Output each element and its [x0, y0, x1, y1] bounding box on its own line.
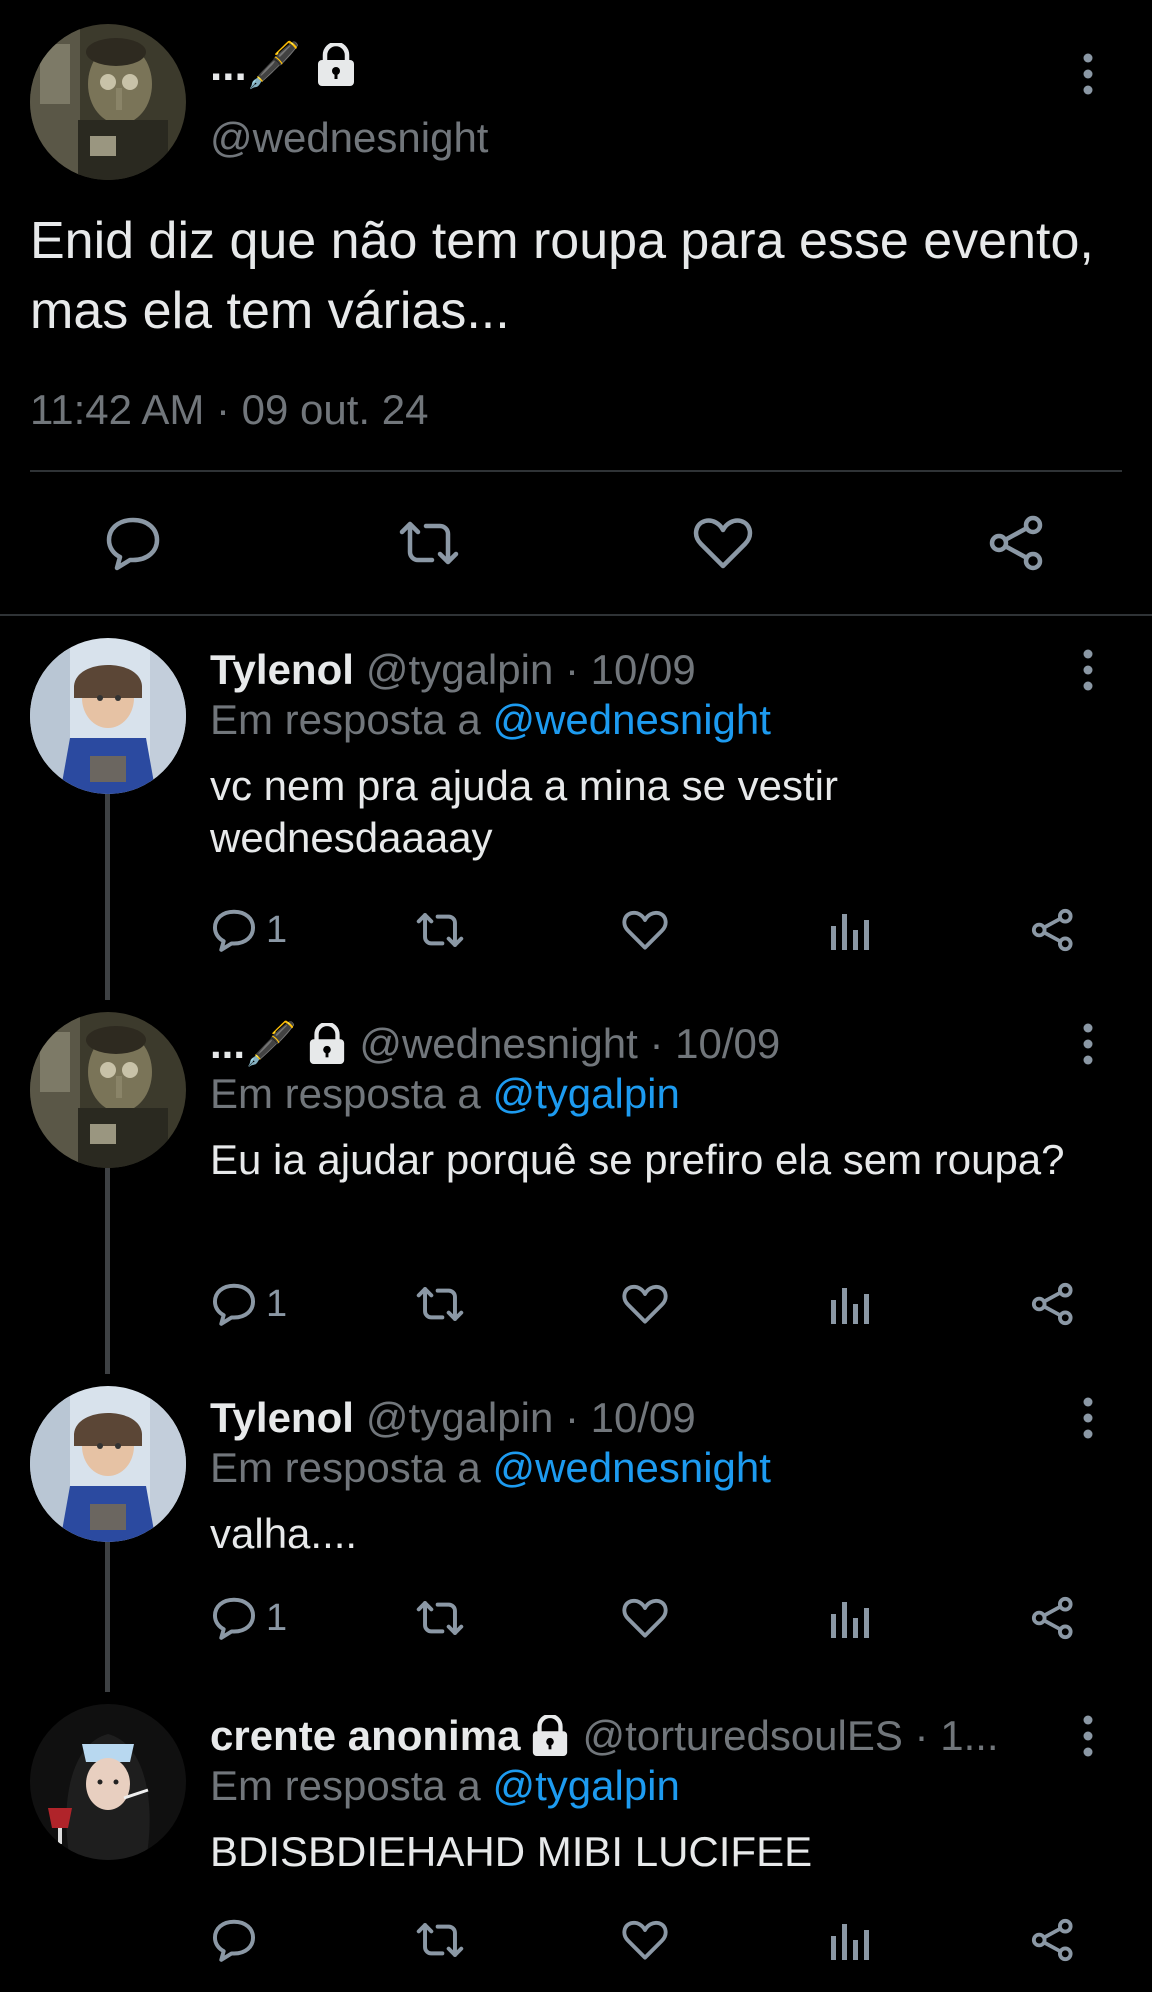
reply-button[interactable]	[210, 1910, 266, 1970]
display-name[interactable]: Tylenol	[210, 1394, 354, 1442]
share-icon[interactable]	[1030, 1588, 1076, 1648]
reply-count: 1	[266, 1596, 288, 1639]
share-icon[interactable]	[1030, 900, 1076, 960]
handle-date[interactable]: @wednesnight · 10/09	[359, 1020, 780, 1068]
in-reply-prefix: Em resposta a	[210, 1762, 481, 1809]
timestamp: 11:42 AM · 09 out. 24	[30, 386, 429, 433]
handle[interactable]: @wednesnight	[210, 114, 488, 162]
action-bar: 1	[0, 900, 1152, 960]
action-bar	[0, 1910, 1152, 1970]
share-icon[interactable]	[1030, 1910, 1076, 1970]
reply-text: vc nem pra ajuda a mina se vestir wednes…	[210, 762, 838, 861]
more-options-icon[interactable]	[1073, 1714, 1103, 1758]
in-reply-to: Em resposta a @wednesnight	[210, 1444, 771, 1492]
in-reply-prefix: Em resposta a	[210, 1444, 481, 1491]
reply-tweet[interactable]: Tylenol @tygalpin · 10/09 Em resposta a …	[0, 1386, 1152, 1686]
reply-icon	[210, 1917, 258, 1963]
analytics-icon[interactable]	[828, 900, 870, 960]
reply-count: 1	[266, 1282, 288, 1325]
reply-tweet[interactable]: ...🖋️ @wednesnight · 10/09 Em resposta a…	[0, 1012, 1152, 1382]
like-icon[interactable]	[622, 1588, 668, 1648]
reply-icon	[210, 907, 258, 953]
in-reply-to: Em resposta a @tygalpin	[210, 1070, 680, 1118]
avatar[interactable]	[30, 24, 186, 180]
reply-tweet[interactable]: crente anonima @torturedsoulES · 1... Em…	[0, 1704, 1152, 1992]
reply-header: Tylenol @tygalpin · 10/09	[210, 1390, 696, 1446]
mention-link[interactable]: @wednesnight	[492, 696, 770, 743]
like-icon[interactable]	[622, 900, 668, 960]
reply-header: Tylenol @tygalpin · 10/09	[210, 642, 696, 698]
display-name[interactable]: ...🖋️	[210, 40, 357, 90]
in-reply-to: Em resposta a @wednesnight	[210, 696, 771, 744]
reply-count: 1	[266, 908, 288, 951]
retweet-icon[interactable]	[414, 900, 466, 960]
like-icon[interactable]	[688, 508, 758, 578]
analytics-icon[interactable]	[828, 1588, 870, 1648]
retweet-icon[interactable]	[414, 1274, 466, 1334]
like-icon[interactable]	[622, 1274, 668, 1334]
mention-link[interactable]: @tygalpin	[492, 1762, 679, 1809]
lock-icon	[315, 43, 357, 87]
reply-button[interactable]: 1	[210, 900, 287, 960]
avatar[interactable]	[30, 638, 186, 794]
avatar[interactable]	[30, 1704, 186, 1860]
share-icon[interactable]	[982, 508, 1052, 578]
reply-text: BDISBDIEHAHD MIBI LUCIFEE	[210, 1828, 813, 1875]
main-tweet: ...🖋️ @wednesnight Enid diz que não tem …	[0, 0, 1152, 616]
lock-icon	[307, 1023, 347, 1065]
reply-icon	[210, 1595, 258, 1641]
reply-button[interactable]: 1	[210, 1274, 287, 1334]
display-name[interactable]: ...🖋️	[210, 1020, 297, 1069]
tweet-text: Enid diz que não tem roupa para esse eve…	[30, 212, 1094, 340]
retweet-icon[interactable]	[414, 1910, 466, 1970]
divider	[30, 470, 1122, 472]
in-reply-prefix: Em resposta a	[210, 696, 481, 743]
reply-header: crente anonima @torturedsoulES · 1...	[210, 1708, 1040, 1764]
avatar[interactable]	[30, 1012, 186, 1168]
analytics-icon[interactable]	[828, 1910, 870, 1970]
display-name[interactable]: Tylenol	[210, 646, 354, 694]
reply-button[interactable]: 1	[210, 1588, 287, 1648]
reply-text: Eu ia ajudar porquê se prefiro ela sem r…	[210, 1136, 1065, 1183]
in-reply-prefix: Em resposta a	[210, 1070, 481, 1117]
handle-date[interactable]: @torturedsoulES · 1...	[582, 1712, 998, 1760]
more-options-icon[interactable]	[1073, 52, 1103, 96]
reply-icon	[210, 1281, 258, 1327]
retweet-icon[interactable]	[394, 508, 464, 578]
handle-date[interactable]: @tygalpin · 10/09	[366, 646, 696, 694]
display-name[interactable]: crente anonima	[210, 1712, 520, 1760]
action-bar: 1	[0, 1274, 1152, 1334]
like-icon[interactable]	[622, 1910, 668, 1970]
more-options-icon[interactable]	[1073, 1396, 1103, 1440]
reply-icon[interactable]	[98, 508, 168, 578]
avatar[interactable]	[30, 1386, 186, 1542]
reply-header: ...🖋️ @wednesnight · 10/09	[210, 1016, 780, 1072]
analytics-icon[interactable]	[828, 1274, 870, 1334]
lock-icon	[530, 1715, 570, 1757]
share-icon[interactable]	[1030, 1274, 1076, 1334]
handle-date[interactable]: @tygalpin · 10/09	[366, 1394, 696, 1442]
in-reply-to: Em resposta a @tygalpin	[210, 1762, 680, 1810]
mention-link[interactable]: @wednesnight	[492, 1444, 770, 1491]
more-options-icon[interactable]	[1073, 1022, 1103, 1066]
retweet-icon[interactable]	[414, 1588, 466, 1648]
action-bar: 1	[0, 1588, 1152, 1648]
mention-link[interactable]: @tygalpin	[492, 1070, 679, 1117]
display-name-text: ...🖋️	[210, 41, 302, 90]
reply-tweet[interactable]: Tylenol @tygalpin · 10/09 Em resposta a …	[0, 638, 1152, 1008]
more-options-icon[interactable]	[1073, 648, 1103, 692]
action-bar	[0, 508, 1152, 578]
reply-text: valha....	[210, 1510, 358, 1557]
